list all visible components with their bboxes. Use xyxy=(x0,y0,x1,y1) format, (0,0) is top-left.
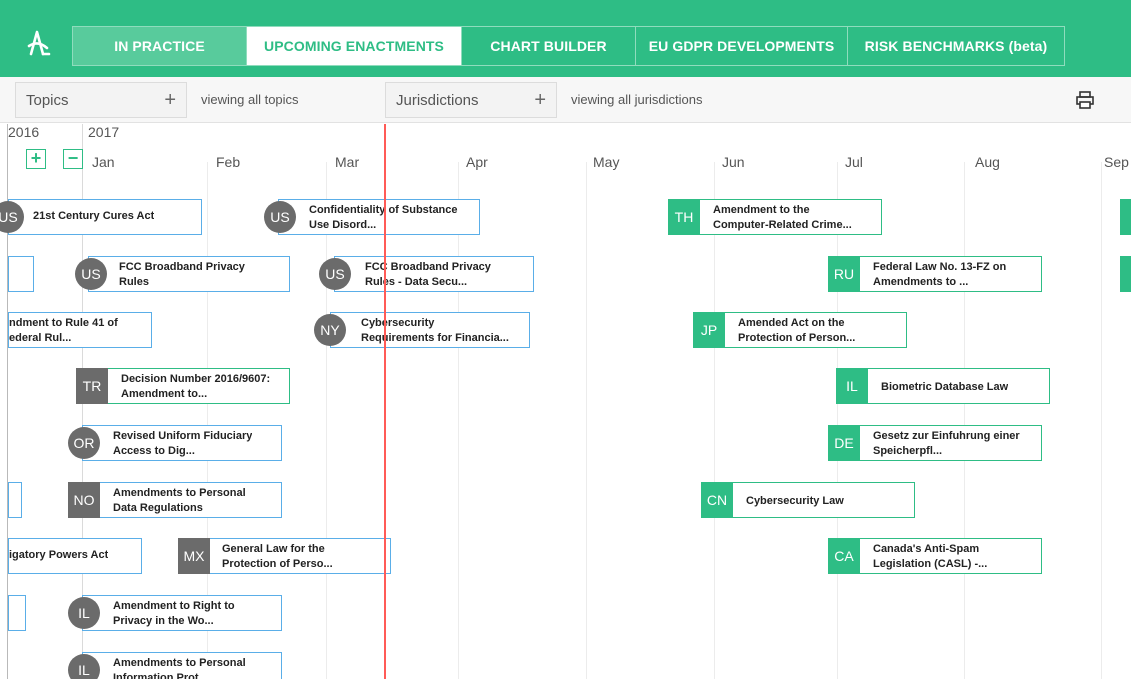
jurisdiction-badge: TR xyxy=(76,368,108,404)
month-divider xyxy=(714,162,715,679)
month-label: Apr xyxy=(466,154,488,170)
event-title: 21st Century Cures Act xyxy=(33,210,155,222)
topics-filter[interactable]: Topics + xyxy=(15,82,187,118)
tab-upcoming-enactments[interactable]: UPCOMING ENACTMENTS xyxy=(247,27,462,65)
jurisdiction-badge: NO xyxy=(68,482,100,518)
event-item[interactable] xyxy=(8,482,22,518)
jurisdictions-label: Jurisdictions xyxy=(396,91,479,109)
tab-in-practice[interactable]: IN PRACTICE xyxy=(73,27,247,65)
timeline: 2016 2017 Jan Feb Mar Apr May Jun Jul Au… xyxy=(0,124,1131,679)
event-item[interactable]: Revised Uniform Fiduciary Access to Dig.… xyxy=(82,425,282,461)
event-title: ndment to Rule 41 of ederal Rul... xyxy=(9,317,118,344)
event-item[interactable] xyxy=(8,595,26,631)
jurisdiction-badge: IL xyxy=(68,597,100,629)
jurisdiction-badge: CA xyxy=(828,538,860,574)
event-title: Gesetz zur Einfuhrung einer Speicherpfl.… xyxy=(873,430,1020,457)
topics-viewing-text: viewing all topics xyxy=(201,92,299,107)
jurisdiction-badge: IL xyxy=(68,654,100,679)
event-item[interactable]: ndment to Rule 41 of ederal Rul... xyxy=(8,312,152,348)
event-item[interactable]: Cybersecurity Requirements for Financia.… xyxy=(330,312,530,348)
month-divider xyxy=(837,162,838,679)
event-title: FCC Broadband Privacy Rules xyxy=(119,261,245,288)
today-marker xyxy=(384,124,386,679)
event-item[interactable]: Biometric Database Law xyxy=(836,368,1050,404)
event-title: General Law for the Protection of Perso.… xyxy=(222,543,333,570)
event-title: Amendments to Personal Data Regulations xyxy=(113,487,246,514)
event-item[interactable]: igatory Powers Act xyxy=(8,538,142,574)
event-item-partial[interactable] xyxy=(1120,256,1131,292)
jurisdiction-badge: NY xyxy=(314,314,346,346)
event-item[interactable]: Amendment to the Computer-Related Crime.… xyxy=(668,199,882,235)
event-title: Federal Law No. 13-FZ on Amendments to .… xyxy=(873,261,1007,288)
event-title: Biometric Database Law xyxy=(881,381,1009,393)
tab-risk-benchmarks[interactable]: RISK BENCHMARKS (beta) xyxy=(848,27,1064,65)
event-item[interactable]: Amendment to Right to Privacy in the Wo.… xyxy=(82,595,282,631)
print-icon[interactable] xyxy=(1076,91,1094,109)
top-bar: IN PRACTICE UPCOMING ENACTMENTS CHART BU… xyxy=(0,0,1131,77)
zoom-out-button[interactable]: − xyxy=(63,149,83,169)
logo-icon[interactable] xyxy=(22,26,54,58)
year-label: 2016 xyxy=(8,124,40,140)
month-label: Jun xyxy=(722,154,745,170)
jurisdiction-badge: US xyxy=(75,258,107,290)
event-item[interactable]: 21st Century Cures Act xyxy=(8,199,202,235)
filter-bar: Topics + viewing all topics Jurisdiction… xyxy=(0,77,1131,123)
event-item[interactable]: Amendments to Personal Data Regulations xyxy=(68,482,282,518)
tab-chart-builder[interactable]: CHART BUILDER xyxy=(462,27,636,65)
event-item[interactable]: Amended Act on the Protection of Person.… xyxy=(693,312,907,348)
event-item-partial[interactable] xyxy=(1120,199,1131,235)
month-label: Aug xyxy=(975,154,1000,170)
tab-eu-gdpr-developments[interactable]: EU GDPR DEVELOPMENTS xyxy=(636,27,848,65)
jurisdiction-badge: US xyxy=(319,258,351,290)
jurisdiction-badge: RU xyxy=(828,256,860,292)
jurisdiction-badge: TH xyxy=(668,199,700,235)
jurisdiction-badge: MX xyxy=(178,538,210,574)
year-label: 2017 xyxy=(88,124,120,140)
event-title: Amended Act on the Protection of Person.… xyxy=(738,317,856,344)
jurisdiction-badge: IL xyxy=(836,368,868,404)
month-label: Sep xyxy=(1104,154,1129,170)
event-item[interactable]: Canada's Anti-Spam Legislation (CASL) -.… xyxy=(828,538,1042,574)
event-item[interactable]: Amendments to Personal Information Prot.… xyxy=(82,652,282,679)
month-divider xyxy=(964,162,965,679)
jurisdictions-filter[interactable]: Jurisdictions + xyxy=(385,82,557,118)
event-item[interactable]: Federal Law No. 13-FZ on Amendments to .… xyxy=(828,256,1042,292)
event-title: Amendments to Personal Information Prot.… xyxy=(113,657,246,679)
event-item[interactable]: Gesetz zur Einfuhrung einer Speicherpfl.… xyxy=(828,425,1042,461)
event-title: Revised Uniform Fiduciary Access to Dig.… xyxy=(113,430,253,457)
jurisdiction-badge: US xyxy=(264,201,296,233)
plus-icon[interactable]: + xyxy=(534,90,546,110)
month-label: May xyxy=(593,154,620,170)
event-title: Decision Number 2016/9607: Amendment to.… xyxy=(121,373,271,400)
jurisdiction-badge: DE xyxy=(828,425,860,461)
jurisdictions-viewing-text: viewing all jurisdictions xyxy=(571,92,703,107)
jurisdiction-badge: CN xyxy=(701,482,733,518)
month-label: Jan xyxy=(92,154,115,170)
main-nav: IN PRACTICE UPCOMING ENACTMENTS CHART BU… xyxy=(72,26,1065,66)
plus-icon[interactable]: + xyxy=(164,90,176,110)
event-item[interactable] xyxy=(8,256,34,292)
month-divider xyxy=(586,162,587,679)
month-label: Feb xyxy=(216,154,241,170)
event-title: Amendment to Right to Privacy in the Wo.… xyxy=(113,600,235,627)
topics-label: Topics xyxy=(26,91,69,109)
month-label: Jul xyxy=(845,154,863,170)
event-item[interactable]: FCC Broadband Privacy Rules xyxy=(88,256,290,292)
event-title: igatory Powers Act xyxy=(9,549,109,561)
event-item[interactable]: Confidentiality of Substance Use Disord.… xyxy=(278,199,480,235)
jurisdiction-badge: OR xyxy=(68,427,100,459)
jurisdiction-badge: JP xyxy=(693,312,725,348)
month-label: Mar xyxy=(335,154,360,170)
event-item[interactable]: Cybersecurity Law xyxy=(701,482,915,518)
event-item[interactable]: FCC Broadband Privacy Rules - Data Secu.… xyxy=(334,256,534,292)
event-title: Amendment to the Computer-Related Crime.… xyxy=(713,204,852,231)
event-title: Cybersecurity Law xyxy=(746,495,844,507)
zoom-in-button[interactable]: + xyxy=(26,149,46,169)
event-item[interactable]: Decision Number 2016/9607: Amendment to.… xyxy=(76,368,290,404)
event-title: Canada's Anti-Spam Legislation (CASL) -.… xyxy=(873,543,988,570)
month-divider xyxy=(326,162,327,679)
month-divider xyxy=(1101,162,1102,679)
month-divider xyxy=(458,162,459,679)
